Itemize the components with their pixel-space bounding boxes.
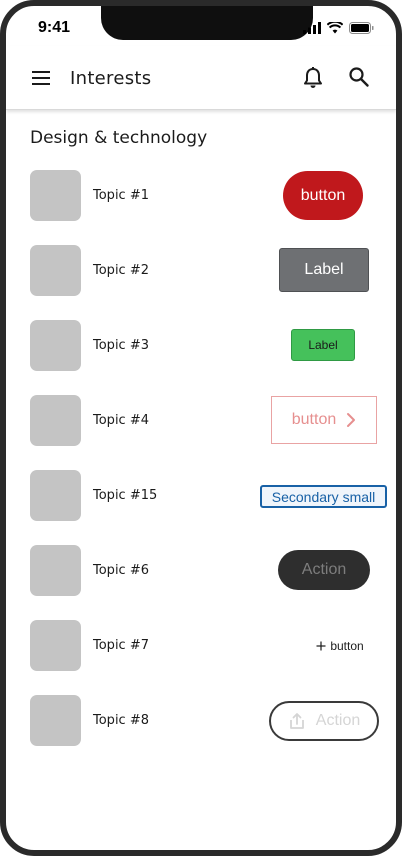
chevron-right-icon: [347, 413, 356, 427]
status-icons: [303, 22, 374, 34]
status-time: 9:41: [38, 19, 71, 36]
status-bar: 9:41: [6, 6, 396, 46]
battery-icon: [349, 22, 374, 34]
topic-thumbnail: [30, 695, 81, 746]
text-add-button[interactable]: button: [298, 636, 382, 656]
topic-label: Topic #6: [93, 563, 149, 578]
topic-label: Topic #15: [93, 488, 158, 503]
share-icon: [289, 713, 304, 729]
cellular-signal-icon: [303, 22, 321, 34]
topic-label: Topic #7: [93, 638, 149, 653]
topic-row: Topic #4 button: [30, 395, 390, 447]
button-label: button: [300, 186, 346, 204]
wifi-icon: [327, 22, 343, 34]
topic-row: Topic #7 button: [30, 620, 390, 672]
disabled-share-action-button[interactable]: Action: [269, 701, 379, 741]
grey-label-button[interactable]: Label: [279, 248, 369, 292]
button-label: button: [291, 411, 337, 428]
button-label: Secondary small: [271, 488, 376, 505]
dark-action-button[interactable]: Action: [278, 550, 370, 590]
topic-row: Topic #8 Action: [30, 695, 390, 747]
phone-frame: 9:41 Interests Design & technology Topic…: [0, 0, 402, 856]
topic-thumbnail: [30, 545, 81, 596]
topic-thumbnail: [30, 470, 81, 521]
topic-label: Topic #4: [93, 413, 149, 428]
topic-label: Topic #2: [93, 263, 149, 278]
topic-thumbnail: [30, 320, 81, 371]
top-app-bar: Interests: [6, 46, 396, 110]
topic-row: Topic #6 Action: [30, 545, 390, 597]
topic-label: Topic #8: [93, 713, 149, 728]
search-icon[interactable]: [348, 66, 370, 88]
topic-label: Topic #1: [93, 188, 149, 203]
topic-row: Topic #15 Secondary small: [30, 470, 390, 522]
menu-icon[interactable]: [30, 68, 54, 88]
secondary-small-button[interactable]: Secondary small: [260, 485, 387, 508]
notification-bell-icon[interactable]: [302, 66, 324, 90]
button-label: Action: [315, 712, 361, 729]
topic-row: Topic #3 Label: [30, 320, 390, 372]
button-label: Label: [304, 261, 344, 278]
button-label: Label: [308, 338, 338, 352]
topic-thumbnail: [30, 245, 81, 296]
topic-row: Topic #2 Label: [30, 245, 390, 297]
button-label: Action: [301, 561, 347, 578]
primary-pill-button[interactable]: button: [283, 171, 363, 220]
green-label-button[interactable]: Label: [291, 329, 355, 361]
plus-icon: [316, 641, 326, 651]
topic-label: Topic #3: [93, 338, 149, 353]
topic-row: Topic #1 button: [30, 170, 390, 222]
topic-thumbnail: [30, 170, 81, 221]
section-heading: Design & technology: [30, 128, 208, 148]
topic-thumbnail: [30, 395, 81, 446]
page-title: Interests: [70, 68, 152, 89]
topic-thumbnail: [30, 620, 81, 671]
button-label: button: [330, 639, 364, 653]
outline-chevron-button[interactable]: button: [271, 396, 377, 444]
